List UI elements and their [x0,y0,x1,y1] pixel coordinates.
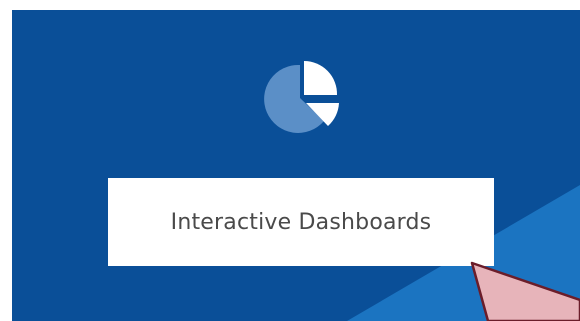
tile-label: Interactive Dashboards [170,209,432,235]
pie-chart-icon [260,59,344,135]
tile-background [347,185,580,321]
interactive-dashboards-tile[interactable]: Interactive Dashboards [12,10,580,321]
tile-label-box: Interactive Dashboards [108,178,494,266]
screen: Interactive Dashboards [0,0,580,321]
